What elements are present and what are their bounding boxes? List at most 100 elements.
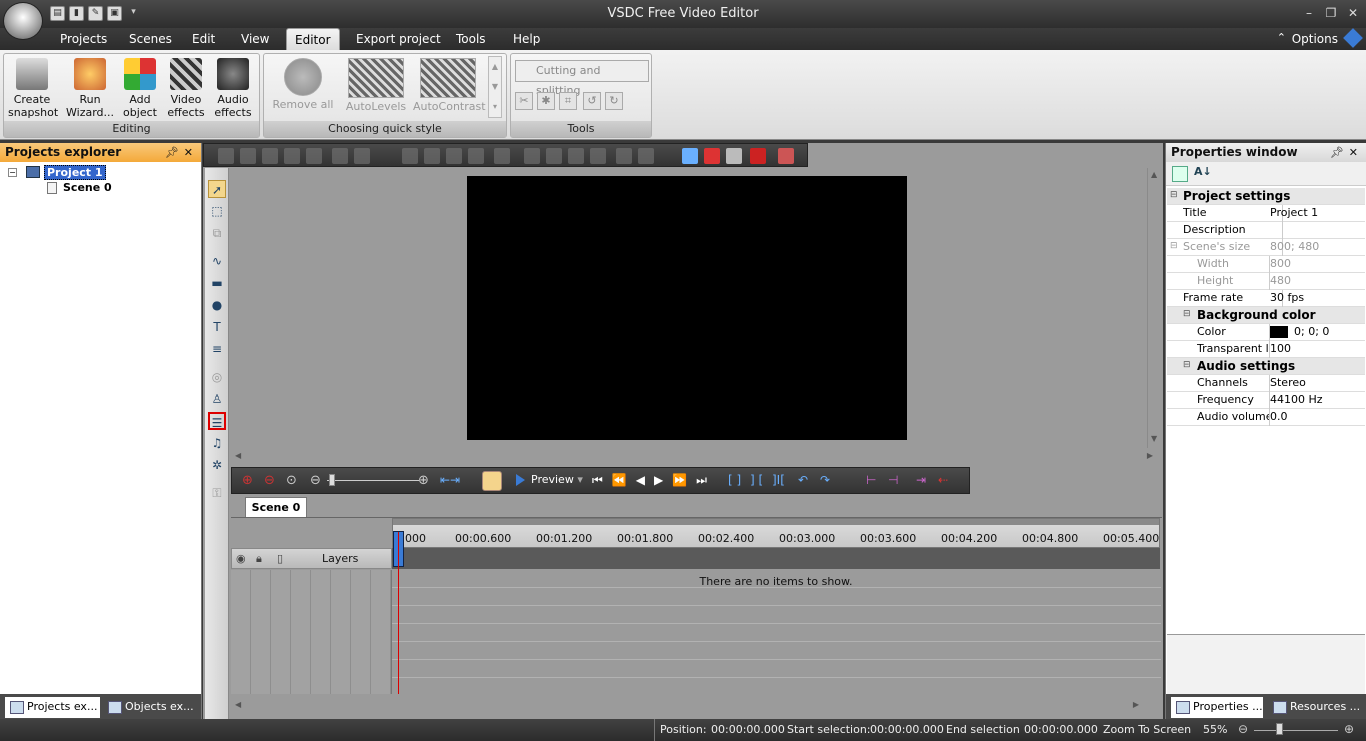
crop-tool-icon[interactable]: ⬚ [208,202,226,220]
category-project-settings[interactable]: Project settings [1167,188,1365,205]
zoom-fit-icon[interactable]: ⊙ [286,473,297,488]
tab-help[interactable]: Help [505,28,548,50]
close-icon[interactable]: ✕ [1342,4,1364,22]
tab-resources[interactable]: Resources ... [1268,697,1364,718]
autocontrast-button[interactable]: AutoContrast [413,58,486,118]
timeline-ruler[interactable]: 000 00:00.600 00:01.200 00:01.800 00:02.… [392,518,1160,548]
property-channels[interactable]: Channels Stereo [1167,375,1365,392]
undo-icon[interactable] [332,148,348,164]
redo-icon[interactable] [354,148,370,164]
cut-icon[interactable]: ✂ [515,92,533,110]
scroll-up-icon[interactable]: ▲ [1151,170,1157,179]
marker-icon[interactable] [750,148,766,164]
size-icon[interactable] [494,148,510,164]
mark-out-icon[interactable]: ]I[ [772,473,785,487]
property-height[interactable]: Height 480 [1167,273,1365,290]
zoom-slider-thumb[interactable] [1276,723,1283,735]
close-panel-icon[interactable]: ✕ [1349,143,1358,162]
tree-item-scene[interactable]: Scene 0 [63,181,112,194]
mark-in-icon[interactable]: [ ] [728,473,741,487]
video-tool-icon[interactable]: ◎ [208,368,226,386]
align-top-icon[interactable] [446,148,462,164]
scene-preview[interactable] [467,176,907,440]
zoom-in-icon[interactable]: ⊕ [1344,722,1354,736]
options-menu[interactable]: Options [1292,28,1338,50]
line-tool-icon[interactable]: ∿ [208,252,226,270]
copy-tool-icon[interactable]: ⧉ [208,224,226,242]
pin-icon[interactable]: 📌︎ [1330,143,1344,162]
crop-icon[interactable]: ⌗ [559,92,577,110]
crop-icon[interactable] [306,148,322,164]
preview-button[interactable]: Preview ▾ [515,473,583,486]
tab-projects-explorer[interactable]: Projects ex... [5,697,100,718]
magnet-icon[interactable] [704,148,720,164]
categorized-icon[interactable] [1172,166,1188,182]
collapse-ribbon-icon[interactable]: ⌃ [1277,31,1286,44]
application-button[interactable] [3,2,43,40]
zoom-plus-icon[interactable]: ⊕ [418,473,429,488]
autolevels-button[interactable]: AutoLevels [341,58,411,118]
scroll-down-icon[interactable]: ▼ [1151,434,1157,443]
scroll-left-icon[interactable]: ◀ [235,451,241,460]
property-frequency[interactable]: Frequency 44100 Hz [1167,392,1365,409]
zoom-out-icon[interactable]: ⊖ [1238,722,1248,736]
run-wizard-button[interactable]: Run Wizard... [66,58,114,120]
effects-tool-icon[interactable]: ✲ [208,456,226,474]
layer-tool-icon[interactable]: ☰ [208,412,226,430]
lock-icon[interactable]: 🔒︎ [256,552,262,566]
tab-scene-0[interactable]: Scene 0 [245,497,307,518]
fit-timeline-icon[interactable]: ⇤⇥ [440,473,460,487]
collapse-background-icon[interactable]: ⊟ [1183,309,1191,319]
zoom-to-screen-button[interactable]: Zoom To Screen [1103,723,1191,736]
cutting-and-splitting-button[interactable]: Cutting and splitting [515,60,649,97]
align-left-icon[interactable] [402,148,418,164]
property-description[interactable]: Description [1167,222,1365,239]
audio-effects-button[interactable]: Audio effects [209,58,257,120]
split-track-icon[interactable]: ⊢ [866,473,876,487]
tab-export-project[interactable]: Export project [348,28,449,50]
audio-tool-icon[interactable]: ♫ [208,434,226,452]
trim-icon[interactable]: ⇥ [916,473,926,487]
timeline-scroll-right-icon[interactable]: ▶ [1133,700,1139,709]
zoom-out-icon[interactable]: ⊖ [264,473,275,488]
property-frame-rate[interactable]: Frame rate 30 fps [1167,290,1365,307]
pin-icon[interactable]: 📌︎ [165,143,179,162]
zoom-slider[interactable] [327,480,419,481]
copy-icon[interactable] [240,148,256,164]
cut-icon[interactable] [218,148,234,164]
add-object-button[interactable]: Add object [116,58,164,120]
mark-range-icon[interactable]: ] [ [750,473,763,487]
more-tool-icon[interactable]: ⚿ [208,484,226,502]
property-audio-volume[interactable]: Audio volume (0.0 [1167,409,1365,426]
create-snapshot-button[interactable]: Create snapshot [8,58,58,120]
list-icon[interactable] [682,148,698,164]
guides-icon[interactable] [726,148,742,164]
rotate-left-icon[interactable]: ↺ [583,92,601,110]
layers-track[interactable] [392,548,1160,569]
remove-icon[interactable]: ⇠ [938,473,948,487]
text-tool-icon[interactable]: T [208,318,226,336]
collapse-tree-icon[interactable]: − [8,168,17,177]
zoom-in-icon[interactable]: ⊕ [242,473,253,488]
style-gallery-scroll[interactable]: ▲ ▼ ▾ [488,56,502,118]
preview-dropdown-icon[interactable]: ▾ [577,473,583,486]
order-forward-icon[interactable] [568,148,584,164]
align-middle-icon[interactable] [468,148,484,164]
category-background-color[interactable]: Background color [1167,307,1365,324]
order-back-icon[interactable] [546,148,562,164]
property-transparent-level[interactable]: Transparent le 100 [1167,341,1365,358]
category-audio-settings[interactable]: Audio settings [1167,358,1365,375]
tree-item-project[interactable]: Project 1 [44,165,106,180]
tab-edit[interactable]: Edit [184,28,223,50]
collapse-audio-icon[interactable]: ⊟ [1183,360,1191,370]
timeline-scrollbar[interactable]: ◀ ▶ [231,697,1161,713]
help-icon[interactable] [1343,28,1363,48]
property-title[interactable]: Title Project 1 [1167,205,1365,222]
minimize-icon[interactable]: – [1298,4,1320,22]
sprite-tool-icon[interactable]: ♙ [208,390,226,408]
rectangle-tool-icon[interactable]: ▬ [208,274,226,292]
zoom-slider-thumb[interactable] [329,474,335,486]
sort-az-icon[interactable]: A↓ [1194,165,1212,178]
tab-properties[interactable]: Properties ... [1171,697,1263,718]
subtitle-tool-icon[interactable]: ≡ [208,340,226,358]
